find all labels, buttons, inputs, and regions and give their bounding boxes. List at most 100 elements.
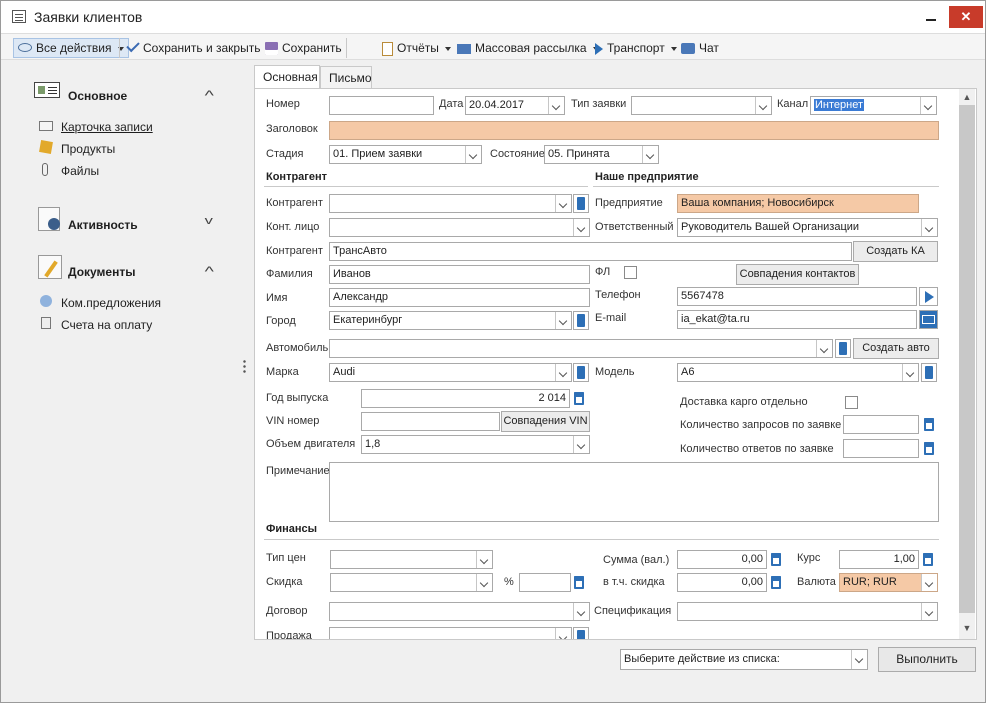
action-select[interactable]: Выберите действие из списка: (620, 649, 868, 670)
price-type-field[interactable] (330, 550, 493, 569)
contractor-field[interactable] (329, 194, 572, 213)
contract-field[interactable] (329, 602, 590, 621)
close-button[interactable]: ✕ (949, 6, 983, 28)
chat-button[interactable]: Чат (681, 39, 719, 57)
dropdown-arrow-icon[interactable] (921, 603, 937, 620)
mass-mail-button[interactable]: Массовая рассылка (457, 39, 599, 57)
type-field[interactable] (631, 96, 772, 115)
brand-field[interactable]: Audi (329, 363, 572, 382)
email-field[interactable]: ia_ekat@ta.ru (677, 310, 917, 329)
save-button[interactable]: Сохранить (265, 39, 342, 57)
calculator-icon[interactable] (768, 550, 784, 569)
calculator-icon[interactable] (768, 573, 784, 592)
dropdown-arrow-icon[interactable] (921, 574, 937, 591)
create-ka-button[interactable]: Создать КА (853, 241, 938, 262)
channel-field[interactable]: Интернет (810, 96, 937, 115)
all-actions-button[interactable]: Все действия (13, 38, 129, 58)
dropdown-arrow-icon[interactable] (816, 340, 832, 357)
calculator-icon[interactable] (920, 550, 936, 569)
sidebar-item-card[interactable]: Карточка записи (61, 120, 153, 134)
cargo-checkbox[interactable] (845, 396, 858, 409)
dropdown-arrow-icon[interactable] (902, 364, 918, 381)
dropdown-arrow-icon[interactable] (555, 312, 571, 329)
contractor2-field[interactable]: ТрансАвто (329, 242, 852, 261)
calculator-icon[interactable] (921, 415, 937, 434)
date-field[interactable]: 20.04.2017 (465, 96, 565, 115)
sale-field[interactable] (329, 627, 572, 639)
scroll-down-icon[interactable]: ▼ (962, 623, 972, 633)
engine-field[interactable]: 1,8 (361, 435, 590, 454)
dropdown-arrow-icon[interactable] (465, 146, 481, 163)
responsible-field[interactable]: Руководитель Вашей Организации (677, 218, 938, 237)
car-field[interactable] (329, 339, 833, 358)
book-icon[interactable] (573, 194, 589, 213)
discount-field[interactable] (330, 573, 493, 592)
section-main-title[interactable]: Основное (68, 89, 127, 103)
dropdown-arrow-icon[interactable] (573, 603, 589, 620)
calculator-icon[interactable] (571, 573, 587, 592)
calculator-icon[interactable] (921, 439, 937, 458)
book-icon[interactable] (573, 627, 589, 639)
vin-field[interactable] (361, 412, 500, 431)
dropdown-arrow-icon[interactable] (755, 97, 771, 114)
spec-field[interactable] (677, 602, 938, 621)
dropdown-arrow-icon[interactable] (851, 650, 867, 669)
chevron-up-icon[interactable]: ^ (205, 263, 214, 279)
state-field[interactable]: 05. Принята (544, 145, 659, 164)
transport-button[interactable]: Транспорт (595, 39, 677, 57)
note-textarea[interactable] (329, 462, 939, 522)
tab-main[interactable]: Основная (254, 65, 320, 90)
year-field[interactable]: 2 014 (361, 389, 570, 408)
scrollbar-thumb[interactable] (959, 105, 975, 613)
sidebar-item-files[interactable]: Файлы (61, 164, 99, 178)
splitter-handle[interactable] (243, 359, 246, 373)
sum-field[interactable]: 0,00 (677, 550, 767, 569)
contact-field[interactable] (329, 218, 590, 237)
currency-field[interactable]: RUR; RUR (839, 573, 938, 592)
vin-match-button[interactable]: Совпадения VIN (501, 411, 590, 432)
incl-discount-field[interactable]: 0,00 (677, 573, 767, 592)
execute-button[interactable]: Выполнить (878, 647, 976, 672)
dropdown-arrow-icon[interactable] (548, 97, 564, 114)
section-activity-title[interactable]: Активность (68, 218, 138, 232)
scroll-up-icon[interactable]: ▲ (962, 92, 972, 102)
book-icon[interactable] (921, 363, 937, 382)
name-field[interactable]: Александр (329, 288, 590, 307)
tab-letter[interactable]: Письмо (320, 66, 372, 90)
sidebar-item-offers[interactable]: Ком.предложения (61, 296, 161, 310)
dropdown-arrow-icon[interactable] (921, 219, 937, 236)
dropdown-arrow-icon[interactable] (476, 551, 492, 568)
contacts-match-button[interactable]: Совпадения контактов (736, 264, 859, 285)
dropdown-arrow-icon[interactable] (555, 364, 571, 381)
req-count-field[interactable] (843, 415, 919, 434)
dropdown-arrow-icon[interactable] (555, 628, 571, 639)
phone-field[interactable]: 5567478 (677, 287, 917, 306)
dropdown-arrow-icon[interactable] (555, 195, 571, 212)
reports-button[interactable]: Отчёты (382, 39, 451, 57)
rate-field[interactable]: 1,00 (839, 550, 919, 569)
send-mail-button[interactable] (919, 310, 938, 329)
sidebar-item-invoices[interactable]: Счета на оплату (61, 318, 152, 332)
stage-field[interactable]: 01. Прием заявки (329, 145, 482, 164)
surname-field[interactable]: Иванов (329, 265, 590, 284)
create-car-button[interactable]: Создать авто (853, 338, 939, 359)
save-close-button[interactable]: Сохранить и закрыть (126, 39, 260, 57)
company-field[interactable]: Ваша компания; Новосибирск (677, 194, 919, 213)
book-icon[interactable] (835, 339, 851, 358)
percent-field[interactable] (519, 573, 571, 592)
dropdown-arrow-icon[interactable] (642, 146, 658, 163)
call-button[interactable] (919, 287, 938, 306)
title-field[interactable] (329, 121, 939, 140)
calculator-icon[interactable] (571, 389, 587, 408)
city-field[interactable]: Екатеринбург (329, 311, 572, 330)
chevron-down-icon[interactable]: v (205, 215, 213, 227)
ans-count-field[interactable] (843, 439, 919, 458)
dropdown-arrow-icon[interactable] (573, 436, 589, 453)
dropdown-arrow-icon[interactable] (573, 219, 589, 236)
fl-checkbox[interactable] (624, 266, 637, 279)
book-icon[interactable] (573, 311, 589, 330)
model-field[interactable]: A6 (677, 363, 919, 382)
chevron-up-icon[interactable]: ^ (205, 87, 214, 103)
dropdown-arrow-icon[interactable] (476, 574, 492, 591)
sidebar-item-products[interactable]: Продукты (61, 142, 115, 156)
